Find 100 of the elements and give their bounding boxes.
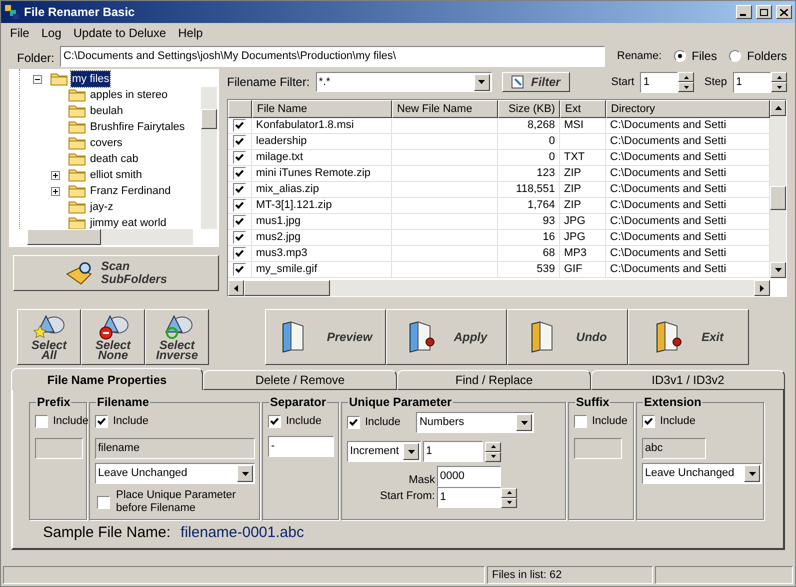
action-button[interactable]: Exit	[628, 309, 749, 365]
table-cell: 8,268	[498, 118, 560, 133]
table-cell: 93	[498, 214, 560, 229]
maximize-button[interactable]	[756, 5, 772, 19]
table-cell: mus1.jpg	[252, 214, 392, 229]
tab[interactable]: ID3v1 / ID3v2	[591, 370, 785, 390]
close-button[interactable]	[776, 5, 792, 19]
column-header[interactable]: New File Name	[392, 100, 498, 118]
start-spinner[interactable]	[678, 72, 694, 92]
checkbox[interactable]	[233, 247, 246, 260]
menu-item[interactable]: File	[4, 24, 36, 42]
folder-label[interactable]: elliot smith	[89, 166, 143, 184]
checkbox[interactable]	[268, 414, 281, 428]
horizontal-scrollbar[interactable]	[228, 280, 770, 296]
checkbox[interactable]	[233, 183, 246, 196]
folder-label[interactable]: Brushfire Fairytales	[89, 118, 186, 136]
scroll-thumb[interactable]	[770, 186, 786, 210]
select-button[interactable]: Select Inverse	[145, 309, 209, 365]
radio-button[interactable]	[728, 50, 741, 62]
folder-label[interactable]: Franz Ferdinand	[89, 182, 172, 200]
vertical-scrollbar[interactable]	[770, 100, 786, 278]
folder-icon	[68, 120, 86, 134]
step-field[interactable]: 1	[733, 72, 771, 92]
step-spinner[interactable]	[771, 72, 787, 92]
increment-spinner[interactable]	[485, 442, 501, 462]
filter-button[interactable]: Filter	[502, 72, 570, 92]
folder-label[interactable]: jimmy eat world	[89, 214, 168, 232]
action-button[interactable]: Undo	[507, 309, 628, 365]
expand-icon[interactable]	[51, 170, 60, 180]
mask-field[interactable]: 0000	[437, 466, 501, 487]
action-button[interactable]: Preview	[265, 309, 386, 365]
table-cell: Konfabulator1.8.msi	[252, 118, 392, 133]
table-cell: 68	[498, 246, 560, 261]
folder-icon	[68, 104, 86, 118]
files-count: Files in list: 62	[487, 566, 653, 584]
column-header[interactable]: File Name	[252, 100, 392, 118]
checkbox[interactable]	[233, 263, 246, 276]
column-header[interactable]	[228, 100, 252, 118]
menu-item[interactable]: Log	[35, 24, 68, 42]
increment-dropdown[interactable]: Increment	[347, 441, 421, 462]
folder-icon	[68, 136, 86, 150]
checkbox[interactable]	[233, 119, 246, 132]
scroll-thumb[interactable]	[27, 229, 101, 245]
start-from-field[interactable]: 1	[437, 487, 501, 508]
checkbox[interactable]	[233, 135, 246, 148]
folder-icon	[68, 216, 86, 230]
app-icon	[4, 4, 20, 20]
arrow-up-icon	[774, 106, 782, 110]
checkbox[interactable]	[233, 215, 246, 228]
tab[interactable]: Delete / Remove	[203, 370, 397, 390]
folder-icon	[68, 152, 86, 166]
start-field[interactable]: 1	[640, 72, 678, 92]
scroll-thumb[interactable]	[201, 109, 217, 129]
start-from-spinner[interactable]	[501, 488, 517, 508]
checkbox[interactable]	[347, 416, 360, 429]
checkbox[interactable]	[233, 167, 246, 180]
folder-label[interactable]: beulah	[89, 102, 124, 120]
table-cell: ZIP	[560, 182, 606, 197]
vertical-scrollbar[interactable]	[201, 87, 217, 229]
horizontal-scrollbar[interactable]	[27, 229, 193, 245]
filter-icon	[511, 75, 526, 89]
column-header[interactable]: Size (KB)	[498, 100, 560, 118]
separator-field[interactable]: -	[268, 436, 334, 457]
checkbox[interactable]	[233, 231, 246, 244]
folder-label[interactable]: apples in stereo	[89, 86, 169, 104]
folder-label[interactable]: my files	[71, 70, 110, 88]
increment-field[interactable]: 1	[423, 441, 483, 462]
unique-type-dropdown[interactable]: Numbers	[416, 412, 534, 433]
table-cell: TXT	[560, 150, 606, 165]
table-cell: JPG	[560, 230, 606, 245]
menu-item[interactable]: Help	[172, 24, 209, 42]
checkbox[interactable]	[233, 199, 246, 212]
select-button[interactable]: Select All	[17, 309, 81, 365]
radio-button[interactable]	[674, 50, 686, 62]
filter-label: Filename Filter:	[227, 74, 310, 91]
tab[interactable]: Find / Replace	[397, 370, 591, 390]
column-header[interactable]: Directory	[606, 100, 770, 118]
filter-dropdown[interactable]: *.*	[316, 72, 492, 92]
folder-path-field[interactable]: C:\Documents and Settings\josh\My Documents\Production\my files\	[60, 46, 605, 66]
include-label: Include	[592, 414, 628, 429]
start-label: Start	[611, 74, 634, 90]
checkbox[interactable]	[233, 151, 246, 164]
folder-icon	[68, 184, 86, 198]
include-label: Include	[365, 415, 400, 430]
folder-label[interactable]: jay-z	[89, 198, 114, 216]
select-button[interactable]: Select None	[81, 309, 145, 365]
tab[interactable]: File Name Properties	[11, 368, 203, 390]
scroll-thumb[interactable]	[244, 280, 330, 296]
scan-subfolders-button[interactable]: Scan SubFolders	[13, 255, 219, 291]
action-button[interactable]: Apply	[386, 309, 507, 365]
minimize-button[interactable]	[736, 5, 752, 19]
menu-item[interactable]: Update to Deluxe	[67, 24, 172, 42]
table-cell: 0	[498, 134, 560, 149]
table-cell: 1,764	[498, 198, 560, 213]
folder-label[interactable]: death cab	[89, 150, 140, 168]
collapse-icon[interactable]	[33, 74, 42, 84]
rename-label: Rename:	[617, 48, 662, 64]
expand-icon[interactable]	[51, 186, 60, 196]
column-header[interactable]: Ext	[560, 100, 606, 118]
folder-label[interactable]: covers	[89, 134, 124, 152]
